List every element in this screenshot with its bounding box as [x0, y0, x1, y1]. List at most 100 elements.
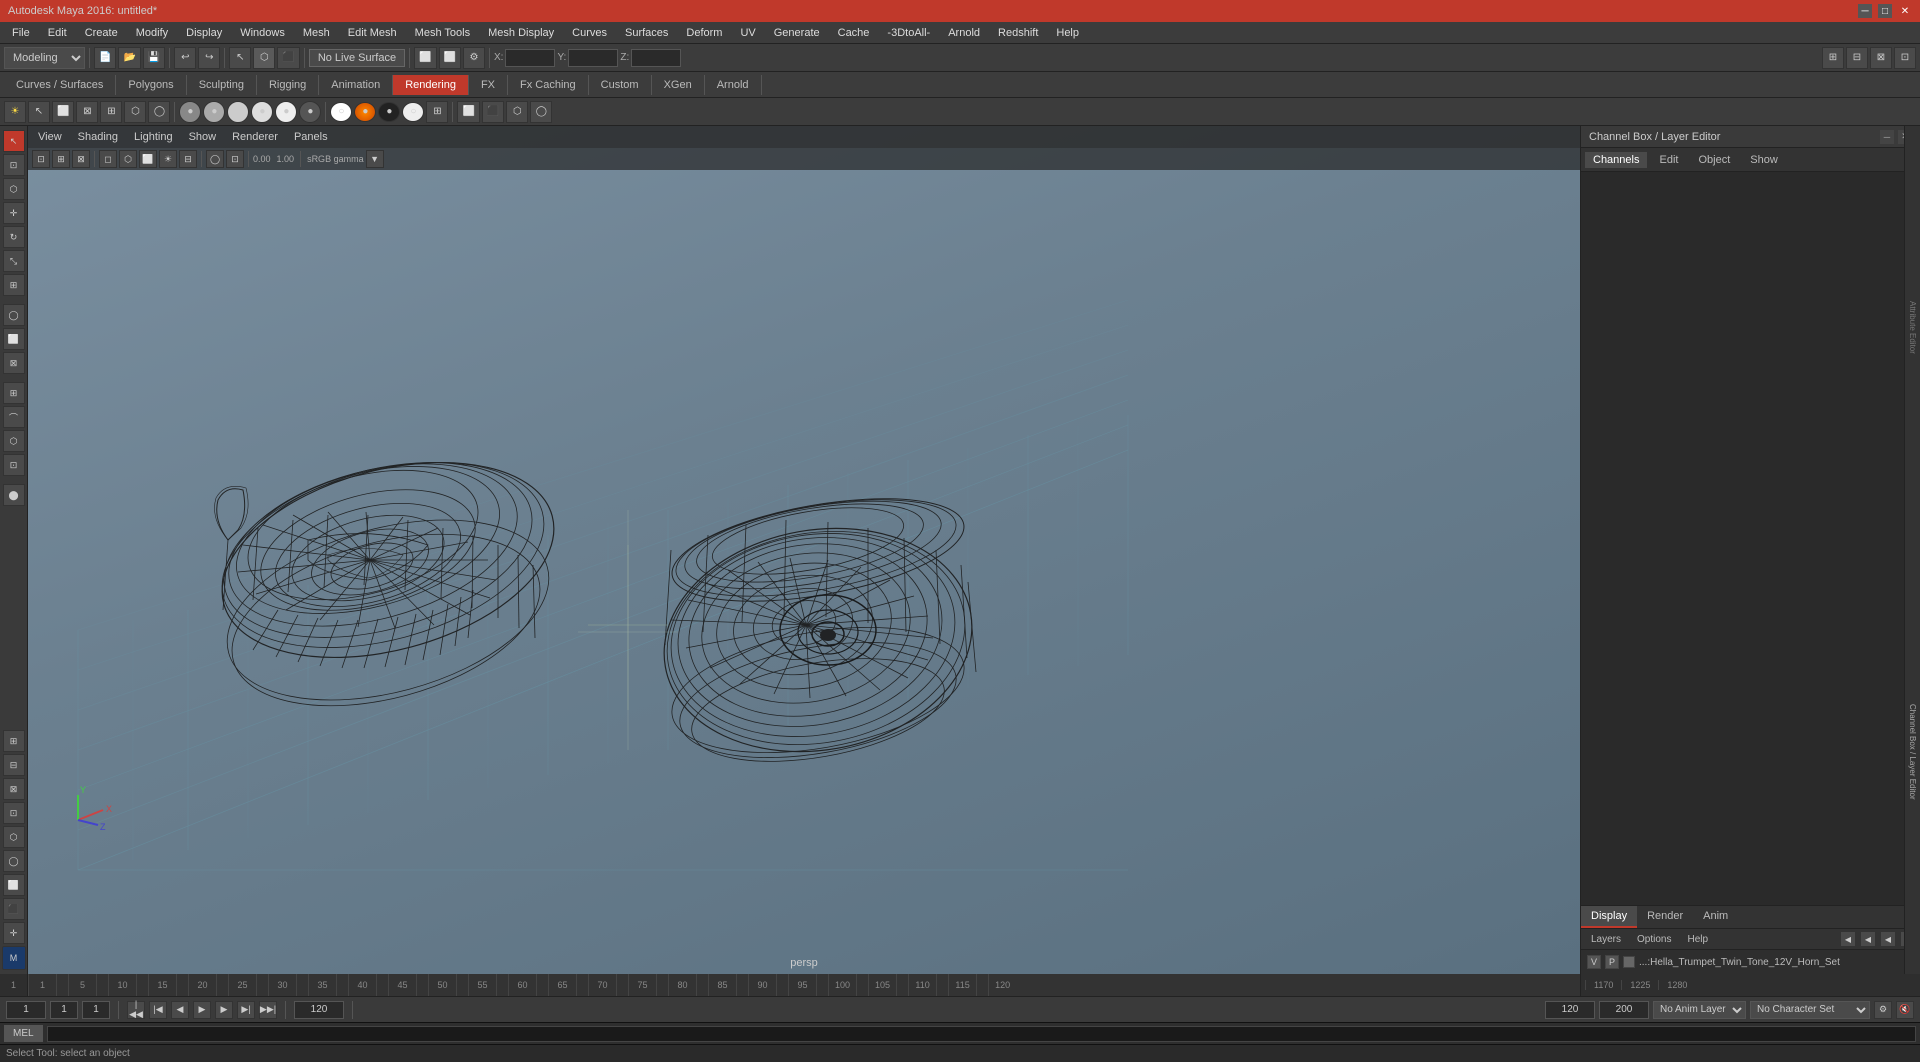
timeline-tick-39[interactable] — [816, 974, 828, 996]
show-manip-btn[interactable]: ⊠ — [3, 352, 25, 374]
timeline-tick-18[interactable]: 45 — [388, 974, 416, 996]
options-subtab[interactable]: Options — [1631, 933, 1677, 946]
mode-dropdown[interactable]: Modeling Rigging Animation FX Rendering — [4, 47, 85, 69]
timeline-tick-42[interactable]: 105 — [868, 974, 896, 996]
timeline-tick-38[interactable]: 95 — [788, 974, 816, 996]
transform-btn[interactable]: ⊞ — [3, 274, 25, 296]
timeline-tick-0[interactable]: 1 — [28, 974, 56, 996]
select-tool-btn[interactable]: ↖ — [229, 47, 251, 69]
timeline-tick-26[interactable]: 65 — [548, 974, 576, 996]
anim-layer-dropdown[interactable]: No Anim Layer — [1653, 1001, 1746, 1019]
timeline-tick-29[interactable] — [616, 974, 628, 996]
window-controls[interactable]: ─ □ ✕ — [1858, 4, 1912, 18]
layer-row[interactable]: V P ...:Hella_Trumpet_Twin_Tone_12V_Horn… — [1583, 952, 1918, 972]
menu-modify[interactable]: Modify — [128, 25, 176, 41]
timeline-tick-6[interactable]: 15 — [148, 974, 176, 996]
timeline-tick-17[interactable] — [376, 974, 388, 996]
panel-collapse-btn[interactable]: ─ — [1880, 130, 1894, 144]
timeline-tick-28[interactable]: 70 — [588, 974, 616, 996]
tab-rigging[interactable]: Rigging — [257, 75, 319, 95]
vp-renderer-menu[interactable]: Renderer — [228, 129, 282, 145]
mel-tab[interactable]: MEL — [4, 1025, 43, 1042]
vp-show-menu[interactable]: Show — [185, 129, 221, 145]
timeline-tick-3[interactable] — [96, 974, 108, 996]
lasso-btn[interactable]: ⊡ — [3, 154, 25, 176]
shelf-btn5[interactable]: ⬡ — [3, 826, 25, 848]
rt-tex-btn2[interactable]: ⬛ — [482, 101, 504, 123]
layer-remove-btn[interactable]: ◀ — [1880, 931, 1896, 947]
timeline-tick-21[interactable] — [456, 974, 468, 996]
range-end-input[interactable] — [294, 1001, 344, 1019]
vp-grid-btn[interactable]: ⊠ — [72, 150, 90, 168]
preferences-btn[interactable]: ⚙ — [1874, 1001, 1892, 1019]
timeline-tick-32[interactable]: 80 — [668, 974, 696, 996]
timeline-tick-13[interactable] — [296, 974, 308, 996]
close-button[interactable]: ✕ — [1898, 4, 1912, 18]
snap-point-btn[interactable]: ⊡ — [3, 454, 25, 476]
viewport[interactable]: View Shading Lighting Show Renderer Pane… — [28, 126, 1580, 974]
shelf-btn7[interactable]: ⬜ — [3, 874, 25, 896]
paint-select-btn[interactable]: ⬡ — [3, 178, 25, 200]
shelf-btn1[interactable]: ⊞ — [3, 730, 25, 752]
timeline-tick-16[interactable]: 40 — [348, 974, 376, 996]
prev-key-btn[interactable]: |◀ — [149, 1001, 167, 1019]
rt-btn5[interactable]: ⬡ — [124, 101, 146, 123]
rt-tex-btn3[interactable]: ⬡ — [506, 101, 528, 123]
menu-redshift[interactable]: Redshift — [990, 25, 1046, 41]
rt-btn4[interactable]: ⊞ — [100, 101, 122, 123]
y-input[interactable] — [568, 49, 618, 67]
layout-btn2[interactable]: ⊟ — [1846, 47, 1868, 69]
rt-sphere3[interactable]: ● — [227, 101, 249, 123]
lasso-tool-btn[interactable]: ⬡ — [253, 47, 275, 69]
timeline-tick-20[interactable]: 50 — [428, 974, 456, 996]
menu-file[interactable]: File — [4, 25, 38, 41]
rt-tex-btn1[interactable]: ⬜ — [457, 101, 479, 123]
current-frame-input[interactable] — [6, 1001, 46, 1019]
render-btn[interactable]: ⬜ — [414, 47, 436, 69]
timeline-tick-40[interactable]: 100 — [828, 974, 856, 996]
ipr-btn[interactable]: ⬜ — [439, 47, 461, 69]
shelf-btn9[interactable]: ✛ — [3, 922, 25, 944]
menu-3dtoall[interactable]: -3DtoAll- — [879, 25, 938, 41]
save-file-btn[interactable]: 💾 — [143, 47, 165, 69]
snap-curve-btn[interactable]: ⌒ — [3, 406, 25, 428]
rt-orange-btn[interactable]: ● — [354, 102, 376, 122]
menu-mesh-tools[interactable]: Mesh Tools — [407, 25, 478, 41]
menu-arnold[interactable]: Arnold — [940, 25, 988, 41]
menu-help[interactable]: Help — [1048, 25, 1087, 41]
channels-tab[interactable]: Channels — [1585, 152, 1647, 168]
vp-wire-btn[interactable]: ⬡ — [119, 150, 137, 168]
frame-step-input[interactable] — [50, 1001, 78, 1019]
maximize-button[interactable]: □ — [1878, 4, 1892, 18]
layout-btn3[interactable]: ⊠ — [1870, 47, 1892, 69]
timeline-tick-35[interactable] — [736, 974, 748, 996]
rt-select-btn[interactable]: ↖ — [28, 101, 50, 123]
timeline-tick-9[interactable] — [216, 974, 228, 996]
timeline-tick-1[interactable] — [56, 974, 68, 996]
timeline-tick-36[interactable]: 90 — [748, 974, 776, 996]
timeline-main[interactable]: 1510152025303540455055606570758085909510… — [28, 974, 1580, 996]
layers-subtab[interactable]: Layers — [1585, 933, 1627, 946]
undo-btn[interactable]: ↩ — [174, 47, 196, 69]
menu-create[interactable]: Create — [77, 25, 126, 41]
timeline-tick-41[interactable] — [856, 974, 868, 996]
rt-checker-btn[interactable]: ⊞ — [426, 101, 448, 123]
timeline-tick-46[interactable]: 115 — [948, 974, 976, 996]
rt-white-btn[interactable]: ○ — [402, 102, 424, 122]
vp-lighting-menu[interactable]: Lighting — [130, 129, 177, 145]
redo-btn[interactable]: ↪ — [198, 47, 220, 69]
menu-uv[interactable]: UV — [732, 25, 763, 41]
shelf-btn2[interactable]: ⊟ — [3, 754, 25, 776]
menu-cache[interactable]: Cache — [830, 25, 878, 41]
help-subtab[interactable]: Help — [1681, 933, 1714, 946]
rt-tex-btn4[interactable]: ◯ — [530, 101, 552, 123]
timeline-tick-24[interactable]: 60 — [508, 974, 536, 996]
range-end3-input[interactable] — [1599, 1001, 1649, 1019]
rotate-btn[interactable]: ↻ — [3, 226, 25, 248]
vp-isolate-btn[interactable]: ◯ — [206, 150, 224, 168]
display-layer-tab[interactable]: Display — [1581, 906, 1637, 928]
render-region-btn[interactable]: ⬤ — [3, 484, 25, 506]
select-btn[interactable]: ↖ — [3, 130, 25, 152]
layer-add-btn[interactable]: ◀ — [1840, 931, 1856, 947]
render-settings-btn[interactable]: ⚙ — [463, 47, 485, 69]
